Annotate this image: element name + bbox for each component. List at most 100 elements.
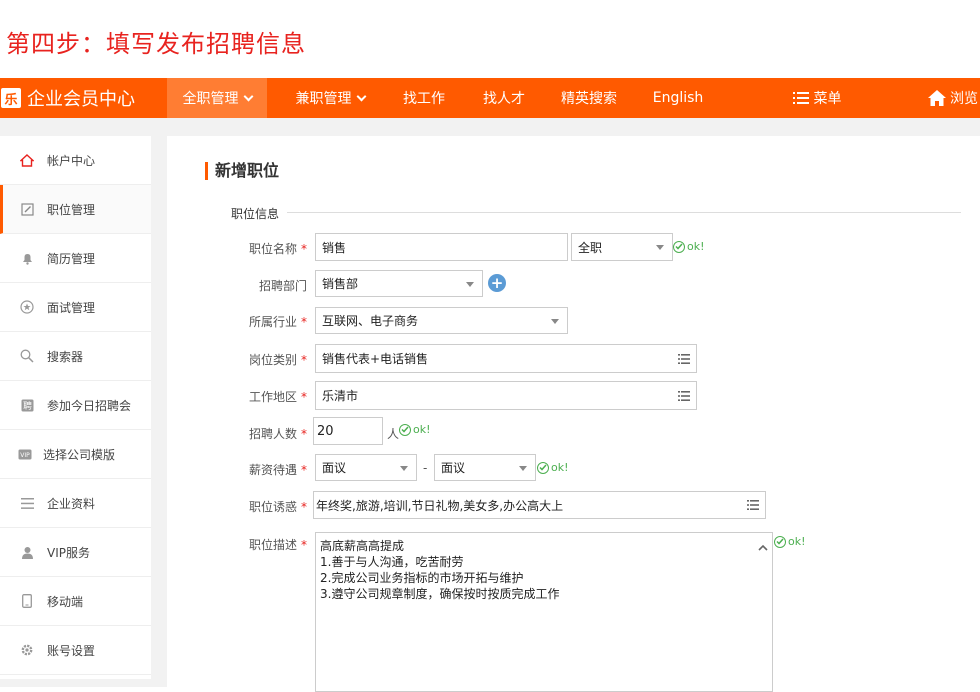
star-icon — [20, 300, 34, 314]
ok-text: ok! — [413, 423, 431, 436]
check-circle-icon — [774, 535, 786, 548]
gear-icon — [20, 643, 34, 657]
description-textarea[interactable]: 高底薪高高提成 1.善于与人沟通，吃苦耐劳 2.完成公司业务指标的市场开拓与维护… — [315, 532, 773, 692]
category-label: 岗位类别 * — [167, 351, 307, 368]
edit-icon — [20, 202, 34, 216]
search-icon — [20, 349, 34, 363]
industry-label: 所属行业 * — [167, 313, 307, 330]
sidebar-item-searcher[interactable]: 搜索器 — [0, 332, 151, 381]
headcount-ok: ok! — [399, 423, 431, 436]
check-circle-icon — [399, 423, 411, 436]
required-mark: * — [301, 390, 307, 404]
section-title: 职位信息 — [231, 205, 288, 222]
mobile-icon — [20, 594, 34, 608]
sidebar-item-label: 账号设置 — [47, 643, 96, 658]
page-title: 新增职位 — [205, 162, 279, 180]
sidebar: 帐户中心 职位管理 简历管理 面试管理 搜索器 聘 参加今日招聘会 VIP 选择 — [0, 136, 151, 679]
sidebar-item-job-fair[interactable]: 聘 参加今日招聘会 — [0, 381, 151, 430]
label-text: 招聘部门 — [258, 279, 307, 293]
list-picker-icon — [678, 353, 690, 364]
salary-min-select[interactable]: 面议 — [315, 454, 417, 481]
nav-elite-search[interactable]: 精英搜索 — [552, 78, 626, 118]
nav-menu-label: 菜单 — [813, 91, 842, 107]
sidebar-item-label: 移动端 — [47, 594, 84, 609]
label-text: 招聘人数 — [248, 427, 297, 441]
sidebar-item-settings[interactable]: 账号设置 — [0, 626, 151, 675]
salary-label: 薪资待遇 * — [167, 461, 307, 478]
list-icon — [20, 496, 34, 510]
nav-menu[interactable]: 菜单 — [784, 78, 850, 118]
add-department-button[interactable]: + — [488, 274, 506, 292]
sidebar-item-company-info[interactable]: 企业资料 — [0, 479, 151, 528]
sidebar-item-label: 选择公司模版 — [43, 447, 116, 462]
check-circle-icon — [673, 240, 685, 253]
brand-logo-icon: 乐 — [1, 88, 21, 108]
nav-fulltime-label: 全职管理 — [182, 91, 239, 107]
industry-select[interactable]: 互联网、电子商务 — [315, 307, 568, 334]
main-panel: 新增职位 职位信息 职位名称 * 销售 全职 ok! 招聘部门 销售部 + 所属行… — [167, 136, 980, 692]
sidebar-item-label: 职位管理 — [47, 202, 96, 217]
label-text: 所属行业 — [248, 315, 297, 329]
field-value: 全职 — [578, 240, 603, 255]
svg-text:聘: 聘 — [22, 400, 31, 412]
required-mark: * — [301, 427, 307, 441]
sidebar-item-interviews[interactable]: 面试管理 — [0, 283, 151, 332]
sidebar-item-label: 企业资料 — [47, 496, 96, 511]
field-value: 销售 — [322, 240, 347, 255]
department-select[interactable]: 销售部 — [315, 270, 483, 297]
sidebar-item-jobs[interactable]: 职位管理 — [0, 185, 151, 234]
sidebar-item-label: 简历管理 — [47, 251, 96, 266]
salary-separator: - — [423, 461, 428, 475]
dropdown-arrow-icon — [656, 245, 664, 250]
sidebar-item-account[interactable]: 帐户中心 — [0, 136, 151, 185]
nav-fulltime[interactable]: 全职管理 — [167, 78, 267, 118]
nav-find-job[interactable]: 找工作 — [392, 78, 456, 118]
ok-text: ok! — [687, 240, 705, 253]
sidebar-item-resumes[interactable]: 简历管理 — [0, 234, 151, 283]
sidebar-item-label: 帐户中心 — [47, 153, 96, 168]
field-value: 乐清市 — [322, 389, 359, 403]
dropdown-arrow-icon — [400, 465, 408, 471]
salary-max-select[interactable]: 面议 — [434, 454, 536, 481]
headcount-input[interactable]: 20 — [313, 417, 383, 445]
check-circle-icon — [537, 461, 549, 474]
dropdown-arrow-icon — [519, 465, 527, 471]
benefits-picker[interactable]: 年终奖,旅游,培训,节日礼物,美女多,办公高大上 — [313, 491, 766, 519]
sidebar-item-label: VIP服务 — [47, 545, 90, 560]
field-value: 面议 — [322, 461, 347, 475]
job-type-select[interactable]: 全职 — [571, 233, 673, 261]
required-mark: * — [301, 315, 307, 329]
location-label: 工作地区 * — [167, 388, 307, 405]
department-label: 招聘部门 — [167, 277, 307, 294]
dropdown-arrow-icon — [551, 318, 559, 324]
headcount-label: 招聘人数 * — [167, 425, 307, 442]
brand-name: 企业会员中心 — [27, 89, 135, 110]
nav-find-talent[interactable]: 找人才 — [472, 78, 536, 118]
description-ok: ok! — [774, 535, 806, 548]
nav-browse[interactable]: 浏览 — [922, 78, 980, 118]
sidebar-item-label: 搜索器 — [47, 349, 84, 364]
job-name-ok: ok! — [673, 240, 705, 253]
brand[interactable]: 乐 企业会员中心 — [0, 78, 135, 118]
label-text: 薪资待遇 — [248, 463, 297, 477]
sidebar-item-template[interactable]: VIP 选择公司模版 — [0, 430, 151, 479]
section-divider — [231, 212, 961, 213]
nav-browse-label: 浏览 — [950, 91, 978, 107]
menu-icon — [792, 92, 809, 104]
dropdown-arrow-icon — [466, 281, 474, 287]
nav-english[interactable]: English — [644, 78, 712, 118]
label-text: 职位诱惑 — [248, 500, 297, 514]
location-picker[interactable]: 乐清市 — [315, 381, 697, 410]
ok-text: ok! — [788, 535, 806, 548]
field-value: 20 — [317, 423, 334, 439]
scroll-up-icon[interactable] — [757, 538, 769, 551]
label-text: 工作地区 — [248, 390, 297, 404]
field-value: 面议 — [441, 461, 466, 475]
top-nav-bar: 乐 企业会员中心 全职管理 兼职管理 找工作 找人才 精英搜索 English … — [0, 78, 980, 118]
nav-parttime[interactable]: 兼职管理 — [280, 78, 380, 118]
sidebar-item-mobile[interactable]: 移动端 — [0, 577, 151, 626]
sidebar-item-vip[interactable]: VIP服务 — [0, 528, 151, 577]
job-name-input[interactable]: 销售 — [315, 233, 568, 261]
required-mark: * — [301, 353, 307, 367]
category-picker[interactable]: 销售代表+电话销售 — [315, 344, 697, 373]
